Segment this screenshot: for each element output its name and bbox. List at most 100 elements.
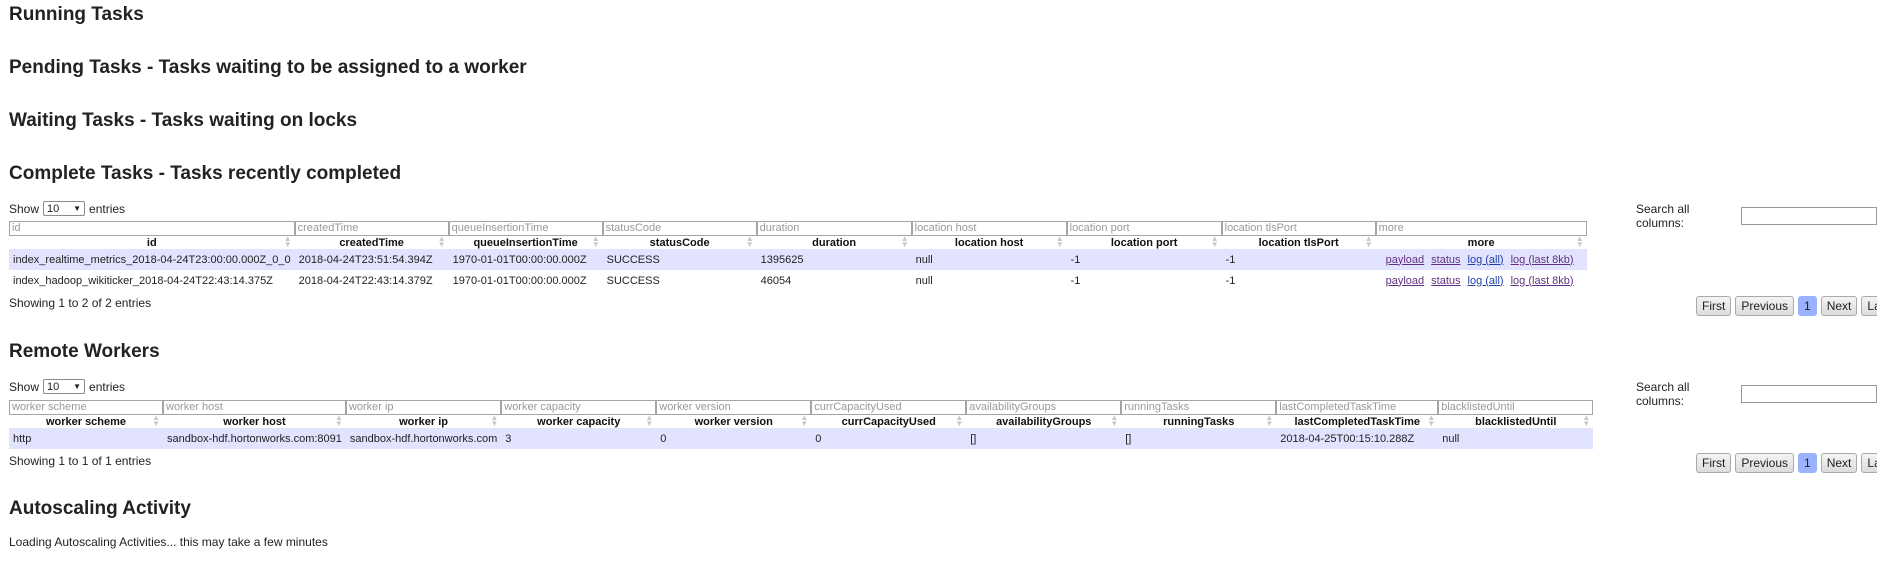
first-page-button[interactable]: First [1696,453,1732,473]
log-last-link[interactable]: log (last 8kb) [1511,275,1574,287]
autoscaling-loading-message: Loading Autoscaling Activities... this m… [9,535,328,549]
cell-location-host: null [911,270,1067,291]
column-header-worker-scheme[interactable]: worker scheme ▲ ▼ [9,413,163,428]
table-row: index_hadoop_wikiticker_2018-04-24T22:43… [9,270,1587,291]
filter-input-location-tlsport[interactable]: location tlsPort [1221,221,1376,236]
page-1-button[interactable]: 1 [1798,453,1817,473]
cell-createdtime: 2018-04-24T23:51:54.394Z [294,249,449,270]
cell-worker-ip: sandbox-hdf.hortonworks.com [345,428,502,449]
cell-worker-capacity: 3 [501,428,657,449]
workers-page-size-select[interactable]: 10 ▼ [43,379,86,394]
remote-workers-heading: Remote Workers [9,341,160,362]
table-row: http sandbox-hdf.hortonworks.com:8091 sa… [9,428,1594,449]
column-header-createdtime[interactable]: createdTime ▲ ▼ [295,235,449,249]
column-header-duration[interactable]: duration ▲ ▼ [757,234,912,249]
complete-search-input[interactable] [1740,207,1877,225]
log-all-link[interactable]: log (all) [1468,275,1504,287]
column-header-worker-host[interactable]: worker host ▲ ▼ [163,413,346,428]
column-header-worker-capacity[interactable]: worker capacity ▲ ▼ [501,414,656,428]
show-label: Show [9,379,40,394]
status-link[interactable]: status [1431,254,1460,266]
column-header-worker-ip[interactable]: worker ip ▲ ▼ [346,413,501,428]
header-row: id ▲ ▼ createdTime ▲ ▼ queueInsertionTime ▲ ▼ … [9,234,1587,249]
next-page-button[interactable]: Next [1820,453,1858,473]
status-link[interactable]: status [1431,275,1460,287]
filter-input-duration[interactable]: duration [756,221,912,236]
cell-more: payload status log (all) log (last 8kb) [1375,249,1587,270]
entries-label: entries [89,379,126,394]
cell-queueinsertiontime: 1970-01-01T00:00:00.000Z [448,270,603,291]
filter-input-worker-capacity[interactable]: worker capacity [501,400,657,415]
cell-worker-version: 0 [656,428,812,449]
filter-input-more[interactable]: more [1375,221,1587,236]
log-all-link[interactable]: log (all) [1468,254,1504,266]
filter-input-blacklisteduntil[interactable]: blacklistedUntil [1438,400,1594,415]
column-header-more[interactable]: more ▲ ▼ [1376,235,1587,249]
sort-icon: ▲ ▼ [152,413,160,428]
cell-createdtime: 2018-04-24T22:43:14.379Z [294,270,449,291]
next-page-button[interactable]: Next [1820,296,1858,316]
column-header-worker-version[interactable]: worker version ▲ ▼ [656,414,811,428]
column-header-location-port[interactable]: location port ▲ ▼ [1067,235,1222,249]
column-header-lastcompletedtasktime[interactable]: lastCompletedTaskTime ▲ ▼ [1276,414,1438,428]
search-label: Search all columns: [1636,380,1690,408]
search-label: Search all columns: [1636,202,1690,230]
filter-input-id[interactable]: id [9,221,295,236]
cell-runningtasks: [] [1121,428,1277,449]
filter-input-lastcompletedtasktime[interactable]: lastCompletedTaskTime [1276,400,1439,415]
page-1-button[interactable]: 1 [1798,296,1817,316]
filter-input-location-host[interactable]: location host [911,221,1067,236]
sort-icon: ▲ ▼ [900,234,909,249]
cell-worker-scheme: http [9,428,163,449]
filter-input-worker-scheme[interactable]: worker scheme [9,400,163,415]
filter-input-queueinsertiontime[interactable]: queueInsertionTime [448,221,603,236]
show-label: Show [9,201,40,216]
cell-duration: 46054 [756,270,912,291]
previous-page-button[interactable]: Previous [1735,296,1795,316]
sort-icon: ▲ ▼ [955,413,964,428]
complete-pagination: First Previous 1 Next La [1696,296,1877,316]
chevron-down-icon: ▼ [73,382,82,391]
column-header-currcapacityused[interactable]: currCapacityUsed ▲ ▼ [811,413,966,428]
filter-input-runningtasks[interactable]: runningTasks [1121,400,1277,415]
sort-icon: ▲ ▼ [1055,234,1064,249]
filter-input-worker-version[interactable]: worker version [656,400,812,415]
cell-more: payload status log (all) log (last 8kb) [1375,270,1587,291]
workers-search-input[interactable] [1740,385,1877,403]
column-header-location-tlsport[interactable]: location tlsPort ▲ ▼ [1222,234,1376,249]
payload-link[interactable]: payload [1386,254,1425,266]
filter-input-currcapacityused[interactable]: currCapacityUsed [811,400,967,415]
column-header-runningtasks[interactable]: runningTasks ▲ ▼ [1121,413,1276,428]
column-header-statuscode[interactable]: statusCode ▲ ▼ [603,234,757,249]
column-header-location-host[interactable]: location host ▲ ▼ [912,234,1067,249]
column-header-id[interactable]: id ▲ ▼ [9,234,295,249]
filter-input-statuscode[interactable]: statusCode [602,221,757,236]
table-row: index_realtime_metrics_2018-04-24T23:00:… [9,249,1587,270]
filter-row: id createdTime queueInsertionTime status… [9,221,1587,236]
workers-search: Search all columns: [1636,380,1877,408]
column-header-availabilitygroups[interactable]: availabilityGroups ▲ ▼ [966,414,1121,428]
sort-icon: ▲ ▼ [334,413,343,428]
payload-link[interactable]: payload [1386,275,1425,287]
filter-input-availabilitygroups[interactable]: availabilityGroups [966,400,1122,415]
complete-page-size-select[interactable]: 10 ▼ [43,201,86,216]
filter-input-createdtime[interactable]: createdTime [294,221,449,236]
column-header-queueinsertiontime[interactable]: queueInsertionTime ▲ ▼ [449,235,603,249]
sort-icon: ▲ ▼ [490,413,499,428]
sort-icon: ▲ ▼ [745,234,754,249]
sort-icon: ▲ ▼ [1364,234,1373,249]
last-page-button[interactable]: La [1861,296,1877,316]
sort-icon: ▲ ▼ [283,234,292,249]
complete-table-info: Showing 1 to 2 of 2 entries [9,296,152,310]
log-last-link[interactable]: log (last 8kb) [1511,254,1574,266]
previous-page-button[interactable]: Previous [1735,453,1795,473]
filter-input-worker-host[interactable]: worker host [163,400,346,415]
column-header-blacklisteduntil[interactable]: blacklistedUntil ▲ ▼ [1438,414,1593,428]
filter-input-worker-ip[interactable]: worker ip [345,400,502,415]
waiting-tasks-heading: Waiting Tasks - Tasks waiting on locks [9,110,358,131]
filter-input-location-port[interactable]: location port [1066,221,1222,236]
cell-id: index_realtime_metrics_2018-04-24T23:00:… [9,249,295,270]
first-page-button[interactable]: First [1696,296,1732,316]
last-page-button[interactable]: La [1861,453,1877,473]
sort-icon: ▲ ▼ [1265,413,1274,428]
